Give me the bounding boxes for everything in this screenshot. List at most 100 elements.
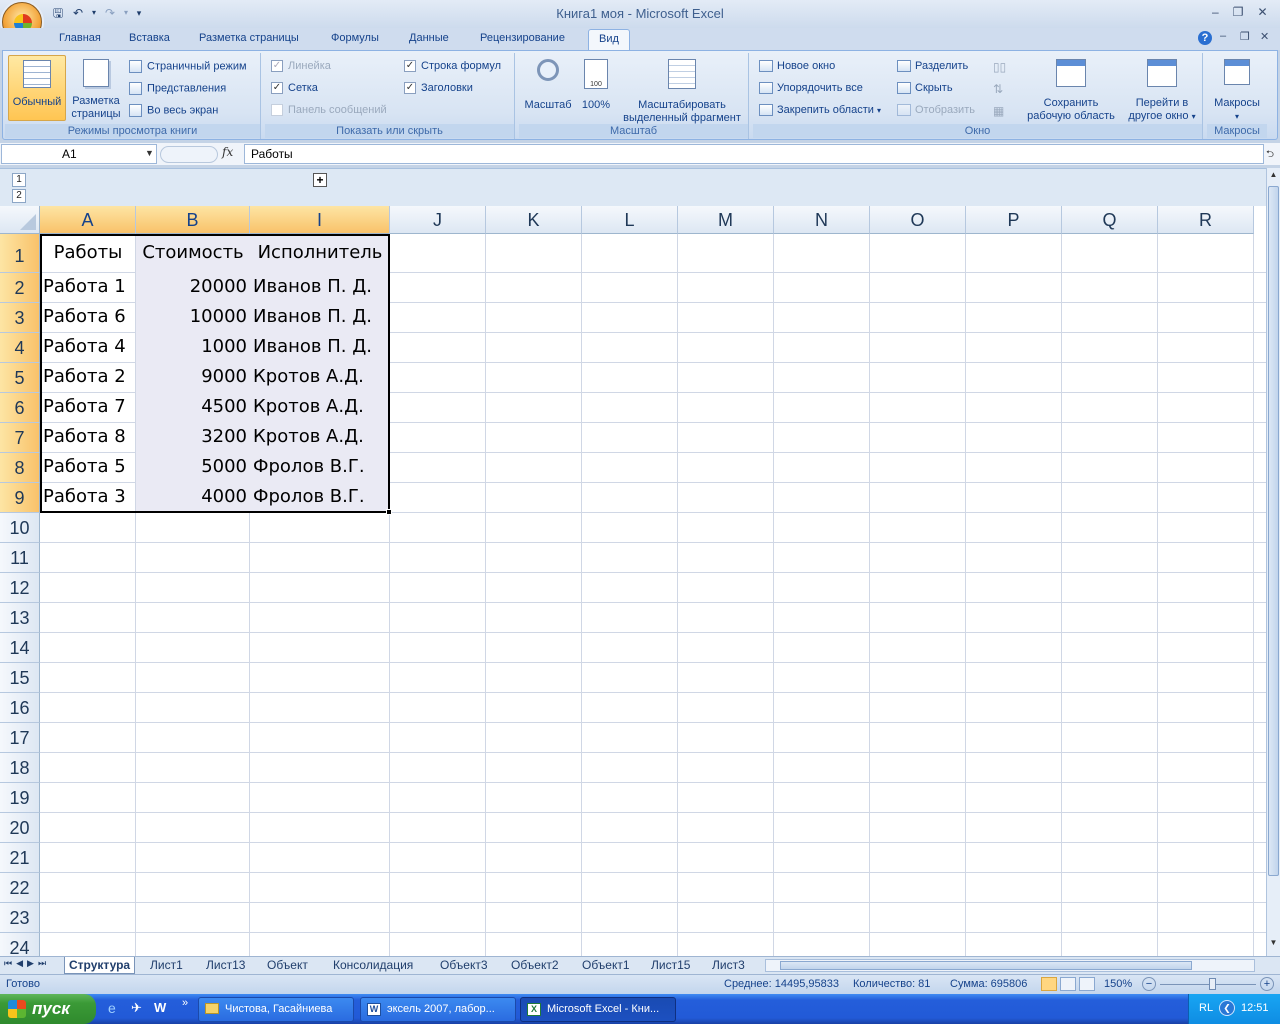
scroll-up-icon[interactable]: ▲	[1268, 170, 1279, 184]
new-window-button[interactable]: Новое окно	[759, 60, 835, 73]
tray-expand-icon[interactable]: ❮	[1219, 1000, 1235, 1016]
split-button[interactable]: Разделить	[897, 60, 968, 73]
outline-level-2-button[interactable]: 2	[12, 189, 26, 203]
dropdown-icon[interactable]: ▾	[122, 5, 130, 21]
normal-view-button[interactable]: Обычный	[8, 55, 66, 121]
unhide-button[interactable]: Отобразить	[897, 104, 975, 117]
name-box-dropdown-icon[interactable]: ▼	[145, 148, 154, 158]
sheet-tab[interactable]: Лист15	[647, 957, 694, 974]
sheet-tab[interactable]: Лист1	[146, 957, 187, 974]
column-header-m[interactable]: M	[678, 206, 774, 234]
row-header-10[interactable]: 10	[0, 513, 40, 543]
formula-input[interactable]: Работы	[244, 144, 1264, 164]
row-header-4[interactable]: 4	[0, 333, 40, 363]
column-header-n[interactable]: N	[774, 206, 870, 234]
column-header-b[interactable]: B	[136, 206, 250, 234]
column-header-l[interactable]: L	[582, 206, 678, 234]
sheet-tab[interactable]: Лист13	[202, 957, 249, 974]
row-header-8[interactable]: 8	[0, 453, 40, 483]
formula-bar-resize-handle[interactable]	[160, 146, 218, 163]
ruler-checkbox[interactable]: ✓ Линейка	[271, 60, 331, 73]
tab-home[interactable]: Главная	[59, 32, 101, 44]
minimize-icon[interactable]: –	[1220, 30, 1226, 42]
row-header-6[interactable]: 6	[0, 393, 40, 423]
sheet-tab[interactable]: Консолидация	[329, 957, 417, 974]
sheet-tab[interactable]: Объект3	[436, 957, 492, 974]
scroll-thumb[interactable]	[1268, 186, 1279, 876]
page-layout-button[interactable]: Разметка страницы	[67, 55, 125, 121]
undo-icon[interactable]: ↶	[70, 5, 86, 21]
sheet-tab[interactable]: Объект2	[507, 957, 563, 974]
ie-icon[interactable]: e	[108, 1000, 116, 1016]
row-header-17[interactable]: 17	[0, 723, 40, 753]
row-header-11[interactable]: 11	[0, 543, 40, 573]
row-header-2[interactable]: 2	[0, 273, 40, 303]
horizontal-scrollbar[interactable]	[765, 959, 1255, 972]
column-header-p[interactable]: P	[966, 206, 1062, 234]
customize-icon[interactable]: ▾	[134, 5, 144, 21]
column-header-a[interactable]: A	[40, 206, 136, 234]
page-break-view-icon[interactable]	[1079, 977, 1095, 991]
outline-level-1-button[interactable]: 1	[12, 173, 26, 187]
freeze-panes-button[interactable]: Закрепить области ▾	[759, 104, 881, 117]
row-header-1[interactable]: 1	[0, 234, 40, 273]
tab-formulas[interactable]: Формулы	[331, 32, 379, 44]
taskbar-item-word[interactable]: Wэксель 2007, лабор...	[360, 997, 516, 1022]
zoom-out-icon[interactable]: −	[1142, 977, 1156, 991]
quicklaunch-icon[interactable]: ✈	[131, 1000, 142, 1016]
row-header-16[interactable]: 16	[0, 693, 40, 723]
sheet-tab[interactable]: Структура	[64, 957, 136, 974]
row-header-14[interactable]: 14	[0, 633, 40, 663]
insert-function-icon[interactable]: fx	[222, 145, 233, 159]
scroll-thumb[interactable]	[780, 961, 1192, 970]
row-header-22[interactable]: 22	[0, 873, 40, 903]
arrange-all-button[interactable]: Упорядочить все	[759, 82, 863, 95]
word-icon[interactable]: W	[154, 1000, 166, 1015]
select-all-button[interactable]	[0, 206, 40, 234]
tab-review[interactable]: Рецензирование	[480, 32, 565, 44]
name-box[interactable]: A1	[1, 144, 157, 164]
hide-button[interactable]: Скрыть	[897, 82, 953, 95]
row-header-3[interactable]: 3	[0, 303, 40, 333]
expand-formula-icon[interactable]: ⮌	[1266, 147, 1274, 164]
taskbar-item-excel[interactable]: X Microsoft Excel - Кни...	[520, 997, 676, 1022]
close-icon[interactable]: ✕	[1260, 30, 1269, 43]
minimize-icon[interactable]: –	[1212, 5, 1219, 19]
column-header-i[interactable]: I	[250, 206, 390, 234]
zoom-button[interactable]: Масштаб	[521, 55, 575, 121]
row-header-21[interactable]: 21	[0, 843, 40, 873]
zoom-slider[interactable]	[1160, 984, 1256, 985]
normal-view-icon[interactable]	[1041, 977, 1057, 991]
sheet-tab[interactable]: Объект	[263, 957, 312, 974]
tab-page-layout[interactable]: Разметка страницы	[199, 32, 299, 44]
row-header-18[interactable]: 18	[0, 753, 40, 783]
help-icon[interactable]: ?	[1198, 31, 1212, 45]
row-header-19[interactable]: 19	[0, 783, 40, 813]
language-indicator[interactable]: RL	[1199, 1002, 1213, 1014]
column-header-j[interactable]: J	[390, 206, 486, 234]
restore-icon[interactable]: ❐	[1233, 5, 1244, 19]
macros-button[interactable]: Макросы ▾	[1209, 55, 1265, 121]
vertical-scrollbar[interactable]: ▲ ▼	[1266, 168, 1280, 956]
row-header-23[interactable]: 23	[0, 903, 40, 933]
save-icon[interactable]: 🖫	[50, 5, 66, 21]
zoom-in-icon[interactable]: +	[1260, 977, 1274, 991]
sheet-tab[interactable]: Лист3	[708, 957, 749, 974]
headings-checkbox[interactable]: ✓ Заголовки	[404, 82, 473, 95]
column-header-k[interactable]: K	[486, 206, 582, 234]
dropdown-icon[interactable]: ▾	[90, 5, 98, 21]
sheet-nav-icons[interactable]: ⏮◀▶⏭	[4, 958, 50, 969]
taskbar-item-folder[interactable]: Чистова, Гасайниева	[198, 997, 354, 1022]
row-header-5[interactable]: 5	[0, 363, 40, 393]
gridlines-checkbox[interactable]: ✓ Сетка	[271, 82, 318, 95]
column-header-q[interactable]: Q	[1062, 206, 1158, 234]
page-break-button[interactable]: Страничный режим	[129, 60, 247, 73]
row-header-13[interactable]: 13	[0, 603, 40, 633]
zoom-slider-thumb[interactable]	[1209, 978, 1216, 990]
tab-view[interactable]: Вид	[588, 29, 630, 51]
tab-insert[interactable]: Вставка	[129, 32, 170, 44]
fill-handle[interactable]	[386, 509, 392, 515]
column-header-o[interactable]: O	[870, 206, 966, 234]
side-by-side-icon[interactable]: ▯▯	[993, 60, 1006, 74]
row-header-24[interactable]: 24	[0, 933, 40, 956]
